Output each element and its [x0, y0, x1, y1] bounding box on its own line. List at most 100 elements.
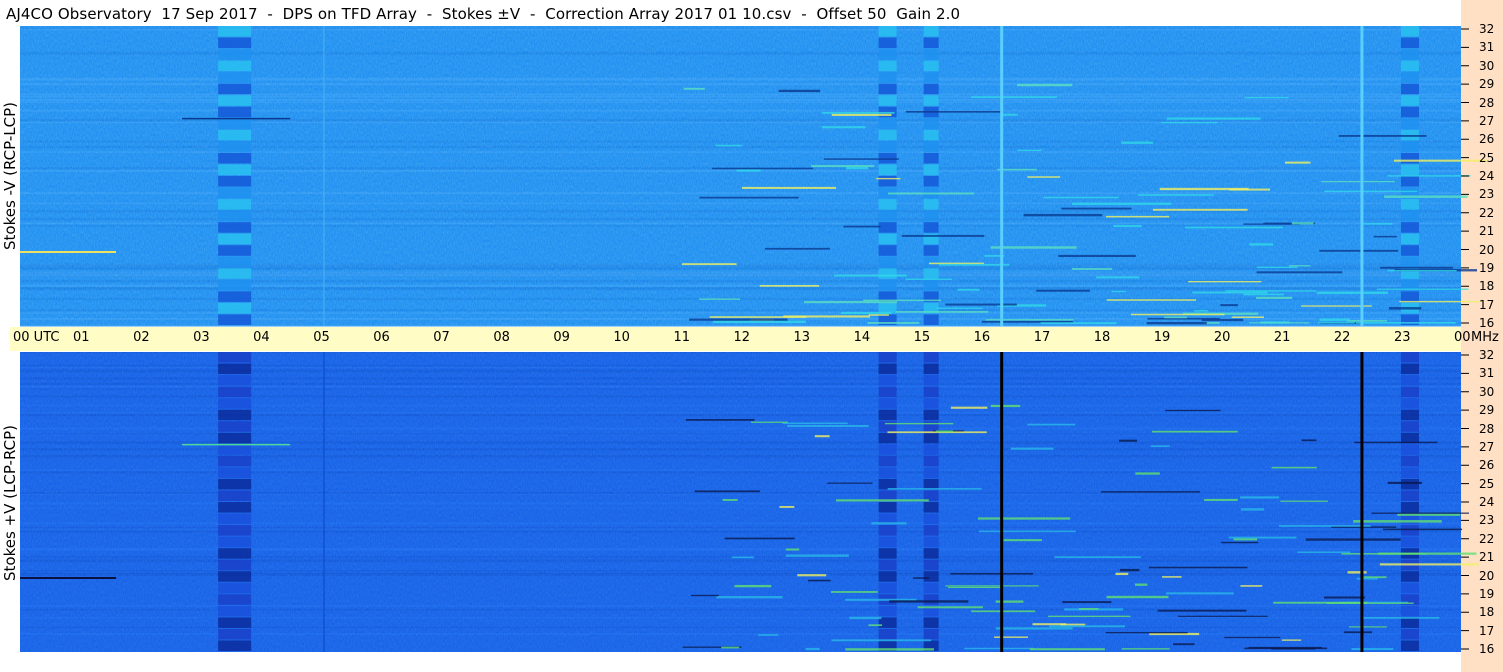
noise-band-cell [878, 386, 897, 398]
emission-streak [840, 311, 892, 315]
emission-streak [868, 314, 889, 316]
noise-band-cell [218, 118, 252, 129]
emission-streak [1017, 149, 1042, 152]
noise-band-cell [878, 421, 897, 432]
noise-band-cell [1400, 571, 1419, 582]
ylabel-stokes-minus-v: Stokes -V (RCP-LCP) [1, 102, 19, 250]
noise-band-cell [923, 141, 939, 152]
noise-band-cell [218, 95, 252, 106]
noise-band-cell [923, 176, 939, 187]
emission-streak [831, 639, 932, 642]
faint-vertical-line [323, 352, 325, 652]
y-tick-label: 16 [1479, 642, 1495, 656]
noise-band-cell [878, 118, 897, 129]
noise-band-cell [923, 164, 939, 175]
noise-band-cell [923, 37, 939, 49]
noise-band-cell [878, 152, 897, 164]
emission-streak [1043, 196, 1119, 199]
emission-streak [742, 186, 837, 189]
emission-streak [716, 596, 783, 599]
x-tick-label: 07 [433, 330, 450, 345]
emission-streak [758, 634, 779, 636]
noise-band-cell [923, 617, 939, 628]
noise-band-cell [878, 302, 897, 314]
emission-streak [889, 600, 969, 603]
emission-streak [1193, 310, 1209, 312]
y-tick-label: 27 [1479, 439, 1495, 454]
emission-streak [1224, 636, 1281, 639]
noise-band-cell [218, 409, 252, 421]
emission-streak [1135, 472, 1160, 475]
emission-streak [1256, 271, 1343, 274]
emission-streak [1134, 583, 1148, 586]
noise-band-cell [1400, 398, 1419, 409]
emission-streak [1316, 291, 1388, 294]
x-tick-label: 14 [853, 330, 871, 345]
y-tick-label: 30 [1479, 58, 1495, 73]
noise-band-cell [1400, 455, 1419, 467]
emission-streak [1188, 280, 1262, 283]
emission-streak [836, 499, 929, 502]
emission-streak [1382, 528, 1463, 531]
y-tick-label: 31 [1479, 40, 1495, 55]
emission-streak [1016, 83, 1073, 87]
x-tick-label: 11 [673, 330, 690, 345]
noise-band-cell [923, 548, 939, 559]
emission-streak [1387, 270, 1457, 272]
noise-band-cell [218, 222, 252, 233]
emission-streak [689, 318, 788, 321]
y-tick-label: 24 [1479, 495, 1495, 509]
noise-band-cell [878, 444, 897, 455]
emission-streak [785, 548, 800, 551]
ylabel-stokes-plus-v: Stokes +V (LCP-RCP) [1, 425, 19, 581]
noise-band-cell [218, 398, 252, 409]
emission-streak [797, 574, 827, 577]
noise-band-cell [218, 129, 252, 141]
noise-band-cell [923, 314, 939, 325]
noise-band-cell [923, 525, 939, 536]
emission-streak [995, 627, 1073, 630]
emission-streak [1280, 500, 1328, 502]
noise-band-cell [878, 222, 897, 233]
noise-band-cell [1400, 199, 1419, 210]
noise-band-cell [1400, 291, 1419, 302]
emission-streak [1101, 491, 1201, 493]
emission-streak [950, 572, 1034, 575]
emission-streak [1113, 225, 1142, 228]
emission-streak [711, 167, 814, 170]
emission-streak [1355, 321, 1456, 324]
noise-band-cell [218, 490, 252, 501]
noise-band-cell [1400, 605, 1419, 617]
y-unit-label: MHz [1471, 330, 1499, 345]
emission-streak [1048, 615, 1131, 618]
emission-streak [1049, 625, 1126, 628]
emission-streak [699, 196, 799, 199]
noise-band-cell [218, 83, 252, 95]
emission-streak [1231, 316, 1265, 318]
y-tick-label: 29 [1479, 403, 1495, 418]
emission-streak [1078, 608, 1099, 610]
y-tick-label: 25 [1479, 476, 1495, 491]
y-tick-label: 31 [1479, 366, 1495, 381]
noise-band-cell [1400, 83, 1419, 95]
x-tick-label: 09 [553, 330, 570, 345]
noise-band-cell [218, 302, 252, 314]
emission-streak [1256, 266, 1298, 269]
noise-band-cell [218, 444, 252, 455]
emission-streak [1387, 481, 1422, 484]
emission-streak [876, 177, 901, 180]
emission-streak [1121, 648, 1170, 650]
x-tick-label: 16 [973, 330, 991, 345]
noise-band-cell [878, 164, 897, 175]
noise-band-cell [218, 210, 252, 222]
emission-streak [1380, 266, 1454, 269]
emission-streak [712, 320, 806, 324]
y-tick-label: 18 [1479, 605, 1495, 620]
emission-streak [884, 422, 954, 425]
noise-band-cell [218, 291, 252, 302]
noise-band-cell [923, 398, 939, 409]
noise-band-cell [1400, 72, 1419, 83]
stokes-minus-v-panel [20, 26, 1487, 328]
x-tick-label: 19 [1153, 330, 1171, 345]
noise-band-cell [218, 375, 252, 386]
